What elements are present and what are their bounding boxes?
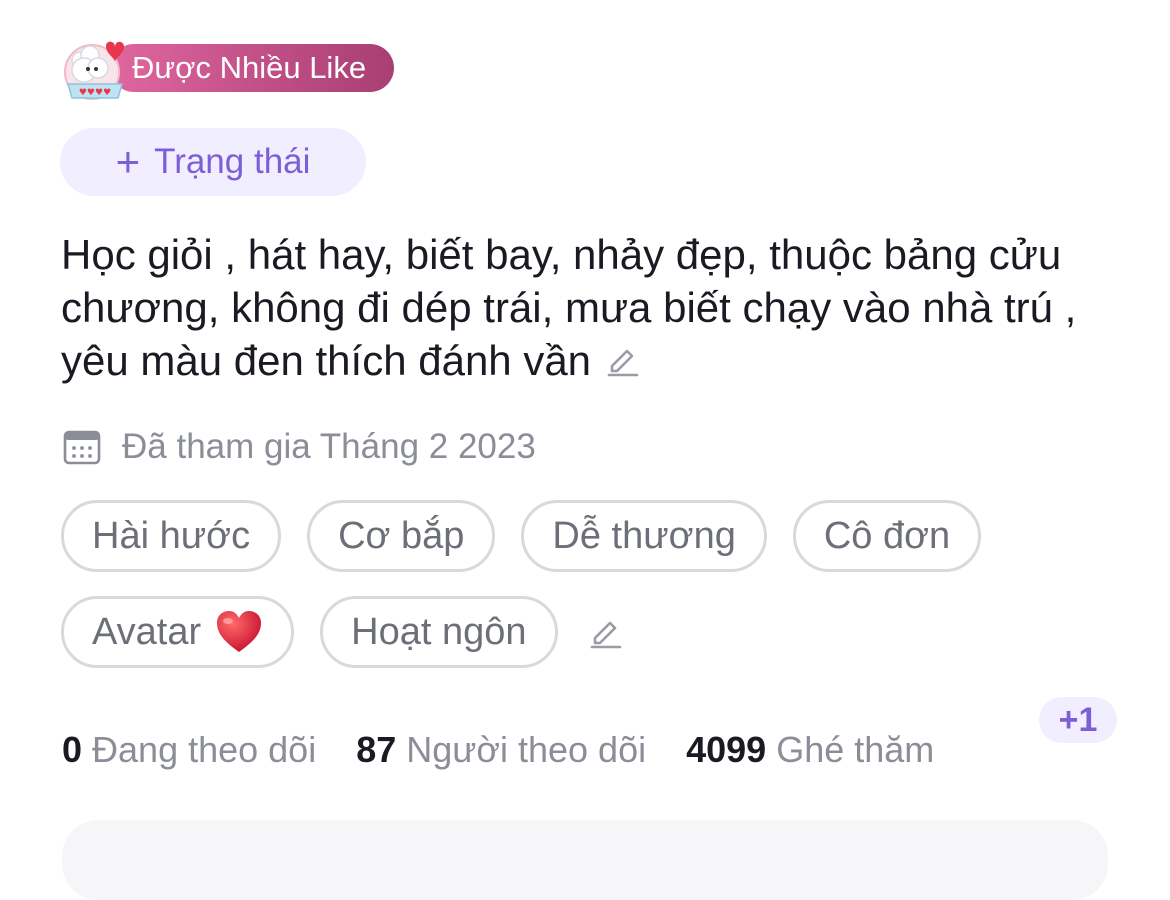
joined-date: Đã tham gia Tháng 2 2023 [62, 422, 536, 472]
interest-tags: Hài hước Cơ bắp Dễ thương Cô đơn Avatar … [61, 500, 1121, 692]
badge-label: Được Nhiều Like [110, 44, 395, 92]
tag-label: Cô đơn [823, 514, 951, 557]
tag-chip[interactable]: Dễ thương [521, 500, 767, 572]
svg-text:♥♥♥♥: ♥♥♥♥ [79, 88, 111, 98]
stat-label: Người theo dõi [406, 729, 647, 770]
pencil-icon[interactable] [588, 614, 624, 650]
status-button-label: Trạng thái [154, 142, 311, 181]
pencil-icon[interactable] [605, 337, 641, 390]
stat-label: Ghé thăm [776, 729, 935, 770]
visits-stat[interactable]: 4099 Ghé thăm [686, 729, 934, 771]
tag-chip[interactable]: Cơ bắp [307, 500, 496, 572]
tag-label: Cơ bắp [338, 514, 465, 557]
stat-value: 0 [62, 729, 83, 770]
tag-chip[interactable]: Hoạt ngôn [320, 596, 558, 668]
stat-value: 87 [356, 729, 397, 770]
bio-text: Học giỏi , hát hay, biết bay, nhảy đẹp, … [61, 231, 1077, 384]
visit-increment-badge: +1 [1039, 697, 1117, 743]
red-heart-icon [217, 611, 262, 652]
tag-label: Avatar [92, 610, 202, 653]
following-stat[interactable]: 0 Đang theo dõi [62, 729, 316, 771]
tag-label: Hài hước [92, 514, 251, 557]
stat-value: 4099 [686, 729, 767, 770]
tag-label: Hoạt ngôn [351, 610, 527, 653]
calendar-icon [63, 430, 101, 465]
followers-stat[interactable]: 87 Người theo dõi [356, 729, 646, 771]
joined-text: Đã tham gia Tháng 2 2023 [122, 427, 536, 466]
tag-chip[interactable]: Avatar [61, 596, 295, 668]
bottom-card [62, 820, 1108, 900]
stat-label: Đang theo dõi [92, 729, 317, 770]
tag-chip[interactable]: Cô đơn [792, 500, 982, 572]
tag-label: Dễ thương [552, 514, 736, 557]
profile-stats: 0 Đang theo dõi 87 Người theo dõi 4099 Ghé … [62, 722, 974, 778]
plus-icon: + [115, 138, 141, 185]
bio-text-block: Học giỏi , hát hay, biết bay, nhảy đẹp, … [61, 228, 1121, 390]
sheep-heart-icon: ♥♥♥♥ [64, 41, 124, 100]
tag-chip[interactable]: Hài hước [61, 500, 282, 572]
add-status-button[interactable]: + Trạng thái [60, 128, 366, 196]
